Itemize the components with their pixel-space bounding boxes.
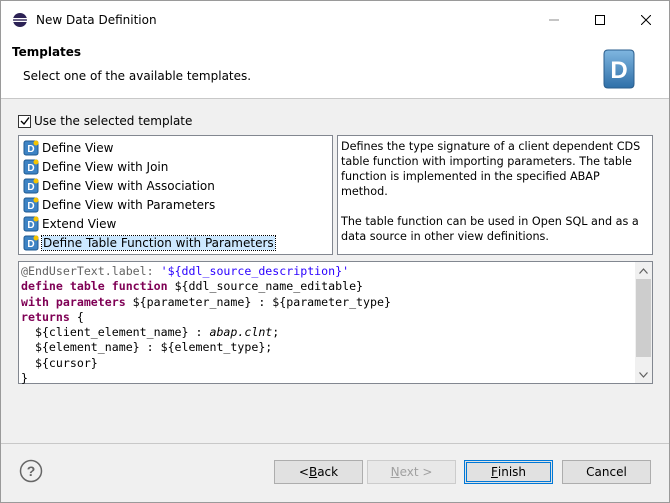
back-button[interactable]: < Back [274,460,363,484]
vertical-scrollbar[interactable] [635,262,652,383]
ddl-template-icon: D [23,159,39,174]
scroll-down-button[interactable] [635,366,652,383]
template-label: Define View with Association [42,178,215,193]
finish-button-suffix: inish [497,465,527,479]
svg-text:D: D [27,201,34,212]
code-text-segment: ${client_element_name} : [21,325,210,340]
help-icon[interactable]: ? [19,459,43,483]
svg-text:D: D [27,239,34,250]
next-button-suffix: ext > [399,465,433,479]
code-text-segment: { [69,309,84,324]
data-definition-logo-icon: D [603,49,635,89]
ddl-template-icon: D [23,216,39,231]
template-label: Extend View [42,216,117,231]
template-label: Define View [42,140,114,155]
maximize-button[interactable] [577,1,623,39]
svg-text:D: D [27,163,34,174]
template-label: Define View with Join [42,159,169,174]
svg-text:D: D [27,182,34,193]
svg-text:?: ? [27,463,36,479]
code-keyword: returns [21,309,70,324]
maximize-icon [595,15,605,25]
back-button-mnemonic: B [308,465,318,479]
chevron-down-icon [639,371,648,378]
code-type: abap.clnt [209,325,273,340]
page-title: Templates [12,45,82,59]
wizard-banner: Templates Select one of the available te… [1,39,669,99]
cancel-button-label: Cancel [586,465,627,479]
code-text-segment: ${element_name} : ${element_type}; [21,340,273,355]
window-title: New Data Definition [36,13,157,27]
code-text-segment: ${cursor} [21,355,98,370]
back-button-prefix: < [298,465,309,479]
scrollbar-thumb[interactable] [636,279,651,357]
new-data-definition-dialog: New Data Definition Templates Select one… [0,0,670,503]
title-bar: New Data Definition [1,1,669,39]
template-code-preview[interactable]: @EndUserText.label: '${ddl_source_descri… [18,261,653,386]
code-text-segment: } [21,371,28,386]
code-text-segment: ; [272,325,280,340]
svg-text:D: D [610,57,627,84]
close-icon [641,15,651,25]
code-keyword: with parameters [21,294,126,309]
ddl-template-icon: D [23,235,39,250]
minimize-button[interactable] [531,1,577,39]
template-label: Define View with Parameters [42,197,216,212]
minimize-icon [549,19,559,21]
template-description: Defines the type signature of a client d… [337,135,653,255]
template-item-extend-view[interactable]: D Extend View [19,214,332,233]
code-text: @EndUserText.label: '${ddl_source_descri… [21,264,633,386]
footer-separator [1,443,669,444]
finish-button-mnemonic: F [490,465,498,479]
template-item-define-table-function-with-parameters[interactable]: D Define Table Function with Parameters [19,233,332,252]
next-button-mnemonic: N [390,465,400,479]
finish-button[interactable]: Finish [464,460,553,484]
use-template-row[interactable]: Use the selected template [18,114,192,128]
template-item-define-view[interactable]: D Define View [19,138,332,157]
svg-text:D: D [27,144,34,155]
code-annotation: @EndUserText.label: [21,264,154,278]
template-list[interactable]: D Define View D Define View with Join D … [18,135,333,255]
ddl-template-icon: D [23,178,39,193]
scroll-up-button[interactable] [635,262,652,279]
chevron-up-icon [639,267,648,274]
template-item-define-view-with-association[interactable]: D Define View with Association [19,176,332,195]
code-text-segment: ${parameter_name} : ${parameter_type} [125,294,391,309]
code-string: '${ddl_source_description}' [160,264,350,278]
back-button-suffix: ack [317,465,339,479]
description-paragraph: The table function can be used in Open S… [341,215,639,243]
close-button[interactable] [623,1,669,39]
next-button[interactable]: Next > [367,460,456,484]
page-subtitle: Select one of the available templates. [23,69,252,83]
svg-text:D: D [27,220,34,231]
description-paragraph: Defines the type signature of a client d… [341,140,641,198]
ddl-template-icon: D [23,140,39,155]
ddl-template-icon: D [23,197,39,212]
template-item-define-view-with-join[interactable]: D Define View with Join [19,157,332,176]
cancel-button[interactable]: Cancel [562,460,651,484]
use-template-checkbox[interactable] [18,114,31,128]
template-item-define-view-with-parameters[interactable]: D Define View with Parameters [19,195,332,214]
template-label: Define Table Function with Parameters [41,234,276,251]
code-keyword: define table function [21,279,168,294]
eclipse-app-icon [13,13,27,27]
checkmark-icon [20,117,30,126]
use-template-label: Use the selected template [34,114,193,128]
code-text-segment: ${ddl_source_name_editable} [167,279,364,294]
